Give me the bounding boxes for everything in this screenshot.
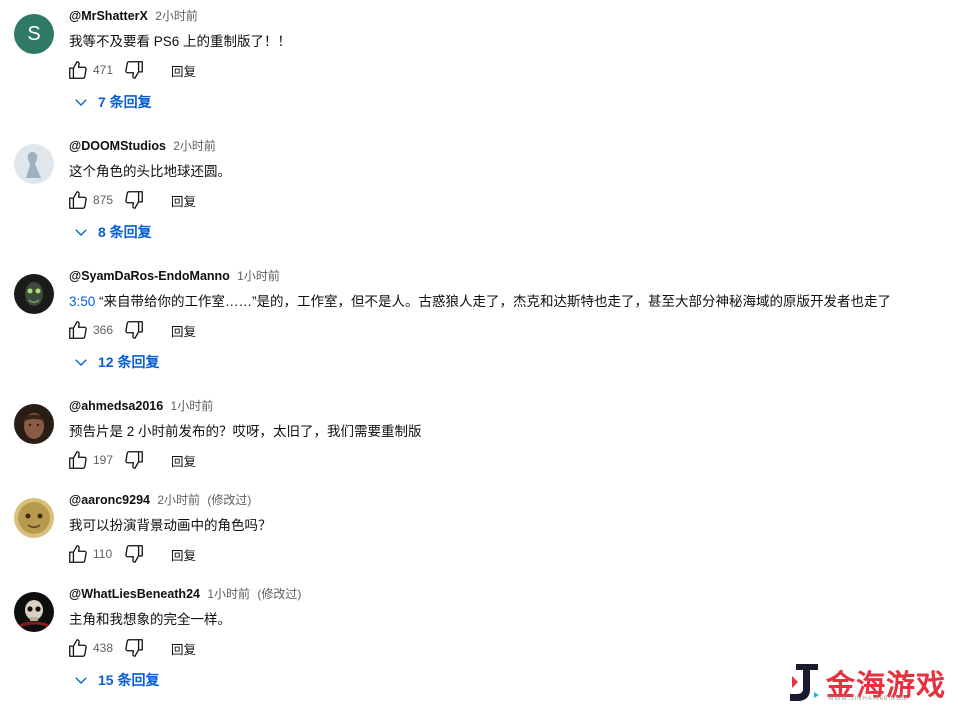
- comment-header: @WhatLiesBeneath24 1小时前 (修改过): [69, 585, 301, 602]
- dislike-button[interactable]: [123, 319, 145, 341]
- author-name[interactable]: @SyamDaRos-EndoManno: [69, 269, 230, 283]
- avatar[interactable]: [14, 274, 54, 314]
- thumb-down-icon: [125, 191, 143, 209]
- comment-actions: 875 回复: [67, 188, 196, 212]
- avatar-image: [14, 404, 54, 444]
- like-count: 438: [93, 641, 114, 655]
- comment-actions: 197 回复: [67, 448, 196, 472]
- comment-time[interactable]: 1小时前: [171, 399, 214, 413]
- comment-actions: 366 回复: [67, 318, 196, 342]
- replies-label: 7 条回复: [98, 94, 152, 110]
- view-replies-button[interactable]: 7 条回复: [72, 92, 152, 112]
- avatar-image: [14, 592, 54, 632]
- replies-label: 15 条回复: [98, 672, 160, 688]
- view-replies-button[interactable]: 12 条回复: [72, 352, 159, 372]
- author-name[interactable]: @MrShatterX: [69, 9, 148, 23]
- comment-time[interactable]: 2小时前: [155, 9, 198, 23]
- comment-time[interactable]: 2小时前: [173, 139, 216, 153]
- author-name[interactable]: @DOOMStudios: [69, 139, 166, 153]
- comment-header: @SyamDaRos-EndoManno 1小时前: [69, 267, 280, 284]
- replies-label: 12 条回复: [98, 354, 160, 370]
- dislike-button[interactable]: [123, 637, 145, 659]
- watermark-logo-icon: [790, 664, 819, 701]
- view-replies-button[interactable]: 15 条回复: [72, 670, 159, 690]
- avatar[interactable]: [14, 592, 54, 632]
- author-name[interactable]: @ahmedsa2016: [69, 399, 163, 413]
- watermark-subtitle: WWW.JINHAI668.COM: [828, 696, 909, 702]
- like-button[interactable]: [67, 59, 89, 81]
- thumb-down-icon: [125, 321, 143, 339]
- reply-button[interactable]: 回复: [171, 451, 196, 470]
- thumb-down-icon: [125, 639, 143, 657]
- like-button[interactable]: [67, 449, 89, 471]
- thumb-up-icon: [69, 545, 87, 563]
- comment-actions: 471 回复: [67, 58, 196, 82]
- like-count: 366: [93, 323, 114, 337]
- comment-text: 主角和我想象的完全一样。: [69, 612, 231, 627]
- comment-text: 我可以扮演背景动画中的角色吗？: [69, 518, 272, 533]
- comment-text: 这个角色的头比地球还圆。: [69, 164, 231, 179]
- thumb-down-icon: [125, 545, 143, 563]
- dislike-button[interactable]: [123, 449, 145, 471]
- reply-button[interactable]: 回复: [171, 321, 196, 340]
- like-button[interactable]: [67, 189, 89, 211]
- comment-actions: 110 回复: [67, 542, 196, 566]
- thumb-up-icon: [69, 61, 87, 79]
- dislike-button[interactable]: [123, 543, 145, 565]
- comment-text: 预告片是 2 小时前发布的？哎呀，太旧了，我们需要重制版: [69, 424, 422, 439]
- video-timestamp-link[interactable]: 3:50: [69, 294, 95, 309]
- comment-time[interactable]: 2小时前: [157, 493, 200, 507]
- dislike-button[interactable]: [123, 189, 145, 211]
- author-name[interactable]: @aaronc9294: [69, 493, 150, 507]
- comment-header: @MrShatterX 2小时前: [69, 7, 198, 24]
- reply-button[interactable]: 回复: [171, 61, 196, 80]
- chevron-down-icon: [75, 677, 87, 684]
- comment-header: @ahmedsa2016 1小时前: [69, 397, 213, 414]
- comment-header: @aaronc9294 2小时前 (修改过): [69, 491, 251, 508]
- like-count: 471: [93, 63, 114, 77]
- thumb-down-icon: [125, 61, 143, 79]
- chevron-down-icon: [75, 359, 87, 366]
- comment-time[interactable]: 1小时前: [207, 587, 250, 601]
- thumb-up-icon: [69, 321, 87, 339]
- edited-label: (修改过): [207, 493, 252, 507]
- comment-text: 3:50 “来自带给你的工作室……”是的，工作室，但不是人。古惑狼人走了，杰克和…: [69, 290, 891, 310]
- edited-label: (修改过): [257, 587, 302, 601]
- thumb-up-icon: [69, 191, 87, 209]
- comment-time[interactable]: 1小时前: [237, 269, 280, 283]
- dislike-button[interactable]: [123, 59, 145, 81]
- reply-button[interactable]: 回复: [171, 545, 196, 564]
- avatar[interactable]: S: [14, 14, 54, 54]
- like-button[interactable]: [67, 319, 89, 341]
- comment-body: “来自带给你的工作室……”是的，工作室，但不是人。古惑狼人走了，杰克和达斯特也走…: [95, 294, 892, 309]
- like-count: 197: [93, 453, 114, 467]
- avatar-image: [14, 498, 54, 538]
- comment-text: 我等不及要看 PS6 上的重制版了！！: [69, 34, 292, 49]
- avatar[interactable]: [14, 404, 54, 444]
- avatar[interactable]: [14, 144, 54, 184]
- comment-header: @DOOMStudios 2小时前: [69, 137, 216, 154]
- chevron-down-icon: [75, 99, 87, 106]
- like-count: 110: [93, 547, 113, 561]
- like-button[interactable]: [67, 637, 89, 659]
- avatar-image: [14, 274, 54, 314]
- avatar-letter: S: [27, 22, 41, 45]
- comment-actions: 438 回复: [67, 636, 196, 660]
- view-replies-button[interactable]: 8 条回复: [72, 222, 152, 242]
- avatar[interactable]: [14, 498, 54, 538]
- avatar-image: [14, 144, 54, 184]
- reply-button[interactable]: 回复: [171, 191, 196, 210]
- thumb-up-icon: [69, 451, 87, 469]
- thumb-up-icon: [69, 639, 87, 657]
- chevron-down-icon: [75, 229, 87, 236]
- thumb-down-icon: [125, 451, 143, 469]
- reply-button[interactable]: 回复: [171, 639, 196, 658]
- like-button[interactable]: [67, 543, 89, 565]
- like-count: 875: [93, 193, 114, 207]
- author-name[interactable]: @WhatLiesBeneath24: [69, 587, 200, 601]
- watermark: 金海游戏 WWW.JINHAI668.COM: [782, 660, 945, 706]
- replies-label: 8 条回复: [98, 224, 152, 240]
